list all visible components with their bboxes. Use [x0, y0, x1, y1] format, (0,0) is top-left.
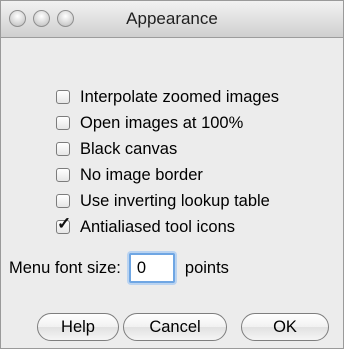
- option-open-images-at-100[interactable]: Open images at 100%: [56, 111, 243, 135]
- appearance-dialog: Appearance Interpolate zoomed images Ope…: [0, 0, 344, 349]
- use-inverting-lookup-table-label: Use inverting lookup table: [80, 191, 270, 210]
- option-interpolate-zoomed-images[interactable]: Interpolate zoomed images: [56, 85, 279, 109]
- title-bar[interactable]: Appearance: [1, 1, 343, 38]
- use-inverting-lookup-table-checkbox[interactable]: [56, 194, 70, 208]
- option-use-inverting-lookup-table[interactable]: Use inverting lookup table: [56, 189, 270, 213]
- open-images-at-100-label: Open images at 100%: [80, 113, 244, 132]
- help-button[interactable]: Help: [37, 313, 119, 341]
- black-canvas-label: Black canvas: [80, 139, 178, 158]
- menu-font-size-row: Menu font size: points: [9, 251, 229, 285]
- interpolate-zoomed-images-checkbox[interactable]: [56, 90, 70, 104]
- checkmark-icon: ✓: [57, 214, 72, 233]
- antialiased-tool-icons-label: Antialiased tool icons: [80, 217, 236, 236]
- black-canvas-checkbox[interactable]: [56, 142, 70, 156]
- option-no-image-border[interactable]: No image border: [56, 163, 203, 187]
- interpolate-zoomed-images-label: Interpolate zoomed images: [80, 87, 280, 106]
- cancel-button[interactable]: Cancel: [123, 313, 227, 341]
- antialiased-tool-icons-checkbox[interactable]: ✓: [56, 215, 71, 234]
- no-image-border-checkbox[interactable]: [56, 168, 70, 182]
- option-antialiased-tool-icons[interactable]: ✓ Antialiased tool icons: [56, 215, 235, 239]
- ok-button[interactable]: OK: [241, 313, 329, 341]
- open-images-at-100-checkbox[interactable]: [56, 116, 70, 130]
- no-image-border-label: No image border: [80, 165, 203, 184]
- menu-font-size-units: points: [184, 258, 229, 277]
- menu-font-size-label: Menu font size:: [9, 258, 121, 277]
- window-title: Appearance: [126, 9, 218, 28]
- menu-font-size-input[interactable]: [128, 253, 175, 283]
- option-black-canvas[interactable]: Black canvas: [56, 137, 177, 161]
